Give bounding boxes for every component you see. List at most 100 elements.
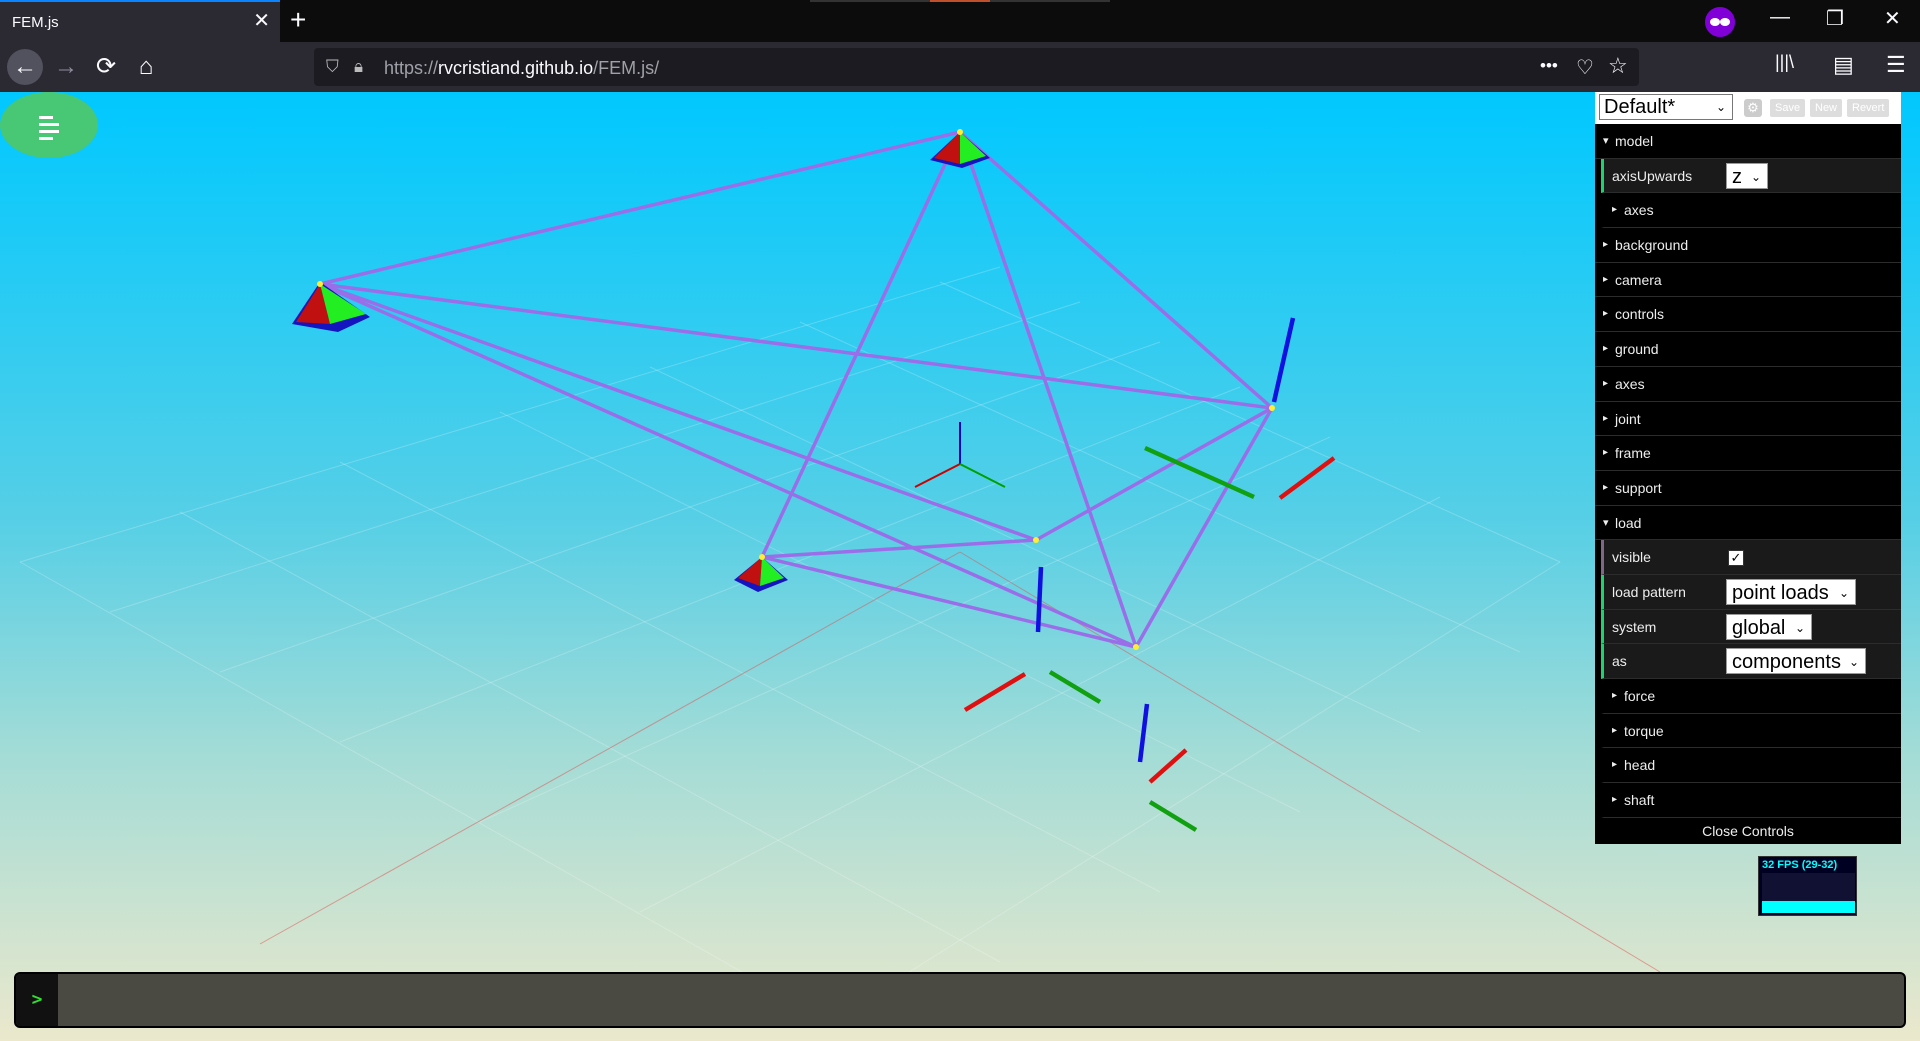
close-window-button[interactable]: ✕: [1884, 6, 1901, 31]
revert-button[interactable]: Revert: [1847, 99, 1890, 117]
folder-model[interactable]: model: [1595, 124, 1901, 159]
tab-close-icon[interactable]: ✕: [253, 11, 270, 31]
folder-camera-label: camera: [1615, 271, 1662, 288]
tab-title: FEM.js: [12, 14, 59, 31]
fps-text: 32 FPS (29-32): [1762, 859, 1838, 871]
console-prompt: >: [16, 974, 58, 1026]
visible-label: visible: [1612, 549, 1651, 566]
load-pattern-value: point loads: [1732, 581, 1829, 604]
sidebar-icon[interactable]: ▤: [1833, 52, 1854, 78]
folder-shaft-label: shaft: [1624, 792, 1655, 809]
shield-icon[interactable]: ⛉: [326, 57, 339, 77]
controls-panel: Default* ⌄ ⚙ Save New Revert model axisUp…: [1595, 92, 1901, 844]
fps-bar: [1762, 901, 1855, 913]
restore-button[interactable]: ❐: [1826, 6, 1844, 31]
as-row: as components ⌄: [1601, 644, 1901, 679]
supports: [292, 132, 990, 592]
fps-stats[interactable]: 32 FPS (29-32): [1758, 856, 1857, 916]
tab-fem-js[interactable]: FEM.js ✕: [0, 0, 280, 42]
folder-load[interactable]: load: [1595, 506, 1901, 541]
axis-upwards-select[interactable]: z ⌄: [1726, 162, 1768, 189]
url-host: rvcristiand.github.io: [438, 58, 594, 78]
load-pattern-label: load pattern: [1612, 583, 1686, 600]
global-axes: [914, 422, 1006, 488]
gear-icon[interactable]: ⚙: [1744, 99, 1762, 117]
folder-head[interactable]: head: [1601, 748, 1901, 784]
command-console[interactable]: >: [14, 972, 1906, 1028]
bookmark-star-icon[interactable]: ☆: [1608, 53, 1628, 79]
save-button[interactable]: Save: [1770, 99, 1806, 117]
reload-button[interactable]: ⟳: [88, 49, 124, 85]
folder-support-label: support: [1615, 479, 1662, 496]
system-value: global: [1732, 616, 1786, 639]
axis-upwards-label: axisUpwards: [1612, 167, 1693, 184]
url-path: /FEM.js/: [593, 58, 660, 78]
folder-background[interactable]: background: [1595, 228, 1901, 263]
private-browsing-icon: [1705, 7, 1735, 37]
visible-row: visible ✓: [1601, 540, 1901, 575]
folder-force[interactable]: force: [1601, 679, 1901, 714]
as-select[interactable]: components ⌄: [1726, 648, 1866, 675]
point-loads: [963, 317, 1336, 832]
preset-select[interactable]: Default* ⌄: [1599, 94, 1733, 120]
folder-ground[interactable]: ground: [1595, 332, 1901, 367]
folder-frame[interactable]: frame: [1595, 436, 1901, 471]
folder-background-label: background: [1615, 237, 1689, 254]
fps-graph: [1762, 873, 1855, 913]
app-menu-icon[interactable]: ☰: [1886, 52, 1906, 78]
page-actions-icon[interactable]: •••: [1540, 56, 1558, 76]
tab-strip: FEM.js ✕ + — ❐ ✕: [0, 0, 1920, 42]
visible-checkbox[interactable]: ✓: [1728, 550, 1744, 567]
folder-camera[interactable]: camera: [1595, 263, 1901, 298]
folder-torque-label: torque: [1624, 722, 1664, 739]
folder-joint-label: joint: [1615, 410, 1641, 427]
ground-grid: [19, 266, 1661, 1023]
load-pattern-row: load pattern point loads ⌄: [1601, 574, 1901, 610]
chevron-down-icon: ⌄: [1838, 585, 1849, 600]
home-button[interactable]: ⌂: [128, 49, 164, 85]
new-tab-button[interactable]: +: [290, 4, 306, 36]
url-bar[interactable]: ⛉ 🔒︎ https://rvcristiand.github.io/FEM.j…: [314, 48, 1639, 86]
chevron-down-icon: ⌄: [1794, 620, 1805, 635]
close-controls-button[interactable]: Close Controls: [1595, 818, 1901, 844]
folder-load-label: load: [1615, 514, 1642, 531]
lock-icon[interactable]: 🔒︎: [354, 57, 363, 77]
url-text[interactable]: https://rvcristiand.github.io/FEM.js/: [384, 58, 659, 79]
menu-lines-icon: [39, 116, 59, 144]
folder-frame-label: frame: [1615, 445, 1651, 462]
as-value: components: [1732, 651, 1841, 674]
folder-joint[interactable]: joint: [1595, 402, 1901, 437]
3d-viewport[interactable]: Default* ⌄ ⚙ Save New Revert model axisUp…: [0, 92, 1920, 1041]
new-button[interactable]: New: [1810, 99, 1843, 117]
as-label: as: [1612, 653, 1627, 670]
folder-torque[interactable]: torque: [1601, 713, 1901, 749]
folder-controls-label: controls: [1615, 306, 1665, 323]
chevron-down-icon: ⌄: [1848, 655, 1859, 670]
library-icon[interactable]: |||\: [1775, 52, 1794, 73]
menu-button[interactable]: [0, 92, 98, 158]
forward-button[interactable]: →: [48, 49, 84, 85]
folder-axes-sub-label: axes: [1624, 202, 1654, 219]
pocket-icon[interactable]: ♡: [1576, 55, 1594, 80]
system-label: system: [1612, 618, 1657, 635]
folder-axes-sub[interactable]: axes: [1601, 193, 1901, 229]
folder-model-label: model: [1615, 133, 1654, 149]
preset-bar: Default* ⌄ ⚙ Save New Revert: [1595, 92, 1901, 124]
chevron-down-icon: ⌄: [1750, 169, 1761, 184]
url-prefix: https://: [384, 58, 439, 78]
minimize-button[interactable]: —: [1770, 6, 1790, 29]
folder-head-label: head: [1624, 757, 1656, 774]
system-row: system global ⌄: [1601, 609, 1901, 645]
back-button[interactable]: ←: [7, 49, 43, 85]
folder-support[interactable]: support: [1595, 471, 1901, 506]
frames: [319, 130, 1274, 649]
folder-force-label: force: [1624, 688, 1656, 704]
navigation-bar: ← → ⟳ ⌂ ⛉ 🔒︎ https://rvcristiand.github.…: [0, 42, 1920, 92]
folder-axes[interactable]: axes: [1595, 367, 1901, 402]
system-select[interactable]: global ⌄: [1726, 613, 1812, 640]
folder-shaft[interactable]: shaft: [1601, 783, 1901, 818]
folder-controls[interactable]: controls: [1595, 297, 1901, 333]
axis-upwards-value: z: [1732, 165, 1742, 188]
folder-axes-label: axes: [1615, 375, 1645, 392]
load-pattern-select[interactable]: point loads ⌄: [1726, 578, 1856, 605]
